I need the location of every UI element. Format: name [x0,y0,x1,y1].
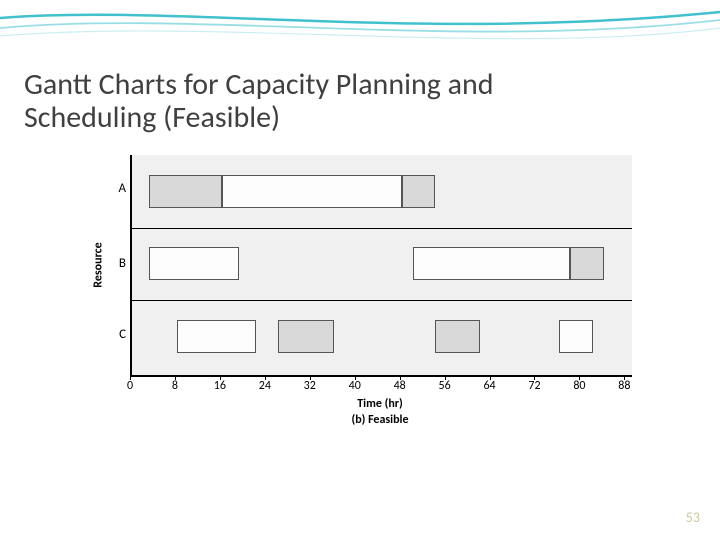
x-tick-label: 40 [349,379,361,393]
slide: Gantt Charts for Capacity Planning and S… [0,0,720,540]
x-tick-label: 64 [483,379,495,393]
y-label-a: A [108,181,126,196]
y-label-b: B [108,256,126,271]
task-bar [413,247,570,280]
x-tick-label: 32 [304,379,316,393]
page-number: 53 [686,509,700,526]
x-tick-label: 48 [394,379,406,393]
y-label-c: C [108,327,126,342]
task-bar [570,247,604,280]
x-tick-label: 88 [618,379,630,393]
x-tick-label: 8 [172,379,178,393]
chart-subtitle: (b) Feasible [130,413,630,427]
task-bar [402,175,436,208]
task-bar [177,320,256,353]
x-tick-label: 72 [528,379,540,393]
decorative-swoosh [0,0,720,60]
x-axis-labels: 0 8 16 24 32 40 48 56 64 72 80 88 [130,379,630,395]
task-bar [149,175,222,208]
task-bar [435,320,480,353]
task-bar [278,320,334,353]
x-tick-label: 80 [573,379,585,393]
x-tick-label: 56 [439,379,451,393]
task-bar [559,320,593,353]
y-axis-labels: A B C [108,155,126,375]
x-tick-label: 16 [214,379,226,393]
plot-area [130,155,632,377]
x-axis-title: Time (hr) [130,397,630,411]
task-bar [222,175,402,208]
x-tick-label: 24 [259,379,271,393]
gantt-chart: Resource A B C 0 8 16 24 32 40 48 56 64 72 80 88 Ti… [70,155,650,435]
y-axis-title: Resource [92,242,106,287]
x-tick-label: 0 [127,379,133,393]
slide-title: Gantt Charts for Capacity Planning and S… [24,68,584,134]
task-bar [149,247,239,280]
